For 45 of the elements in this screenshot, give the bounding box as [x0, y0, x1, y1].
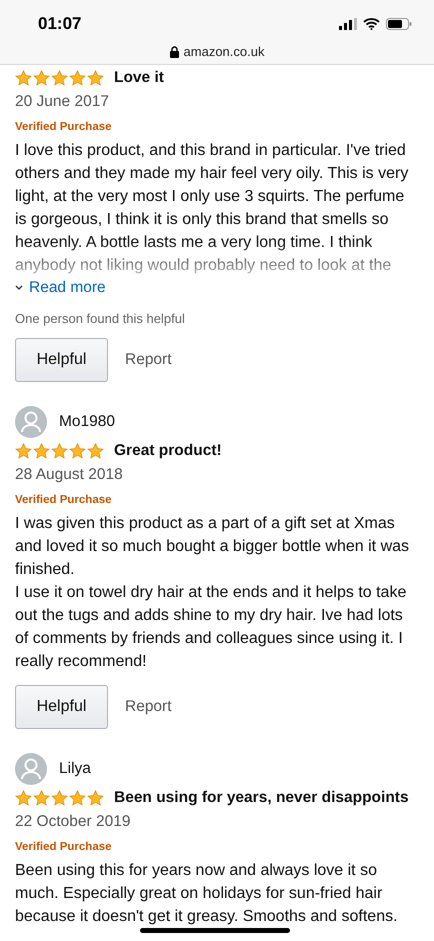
- report-link[interactable]: Report: [125, 698, 172, 716]
- review-text: I use it on towel dry hair at the ends and it helps to take out the tugs and adds shine to my dry hair. Ive had lots of comments by friends and colleagues since using it. I really recommend!: [15, 583, 408, 672]
- reviewer-name[interactable]: Mo1980: [59, 413, 116, 431]
- review-title: Love it: [114, 69, 164, 87]
- verified-purchase-label: Verified Purchase: [15, 121, 112, 133]
- star-icon: [33, 70, 50, 86]
- status-time: 01:07: [38, 14, 82, 34]
- review-text: I was given this product as a part of a gift set at Xmas and loved it so much bought a bigger bottle when it was finished.: [15, 514, 410, 580]
- lock-icon: [170, 46, 179, 58]
- star-icon: [87, 790, 104, 806]
- reviewer-name[interactable]: Lilya: [59, 760, 91, 778]
- signal-icon: [339, 18, 357, 30]
- star-icon: [51, 70, 68, 86]
- avatar-icon: [15, 753, 47, 785]
- verified-purchase-label: Verified Purchase: [15, 494, 112, 506]
- star-icon: [69, 443, 86, 459]
- star-icon: [87, 443, 104, 459]
- star-icon: [33, 790, 50, 806]
- star-icon: [69, 70, 86, 86]
- review-date: 28 August 2018: [15, 466, 124, 484]
- avatar-icon: [15, 406, 47, 438]
- star-icon: [51, 443, 68, 459]
- star-icon: [51, 790, 68, 806]
- chevron-down-icon: [15, 285, 23, 291]
- review-title: Great product!: [114, 442, 222, 460]
- read-more-link[interactable]: Read more: [15, 279, 419, 297]
- report-link[interactable]: Report: [125, 351, 172, 369]
- star-icon: [15, 790, 32, 806]
- star-icon: [15, 70, 32, 86]
- battery-icon: [386, 18, 412, 30]
- star-icon: [87, 70, 104, 86]
- url-text[interactable]: amazon.co.uk: [184, 44, 264, 59]
- review-date: 22 October 2019: [15, 813, 132, 831]
- helpful-button[interactable]: Helpful: [15, 685, 108, 729]
- review-date: 20 June 2017: [15, 93, 110, 111]
- helpful-button[interactable]: Helpful: [15, 338, 108, 382]
- star-icon: [69, 790, 86, 806]
- wifi-icon: [363, 18, 380, 30]
- review-title: Been using for years, never disappoints: [114, 789, 409, 807]
- helpful-count: One person found this helpful: [15, 311, 186, 326]
- review-text: Been using this for years now and always love it so much. Especially great on holidays for sun-fried hair because it doesn't get it greasy. Smooths and softens.: [15, 861, 399, 927]
- star-icon: [33, 443, 50, 459]
- review-text: I love this product, and this brand in particular. I've tried others and they made my hair feel very oily. This is very light, at the very most I only use 3 squirts. The perfume is gorgeous, I think it is only this brand that smells so heavenly. A bottle lasts me a very long time. I think anybody not liking would probably need to look at the: [15, 141, 410, 276]
- verified-purchase-label: Verified Purchase: [15, 841, 112, 853]
- star-icon: [15, 443, 32, 459]
